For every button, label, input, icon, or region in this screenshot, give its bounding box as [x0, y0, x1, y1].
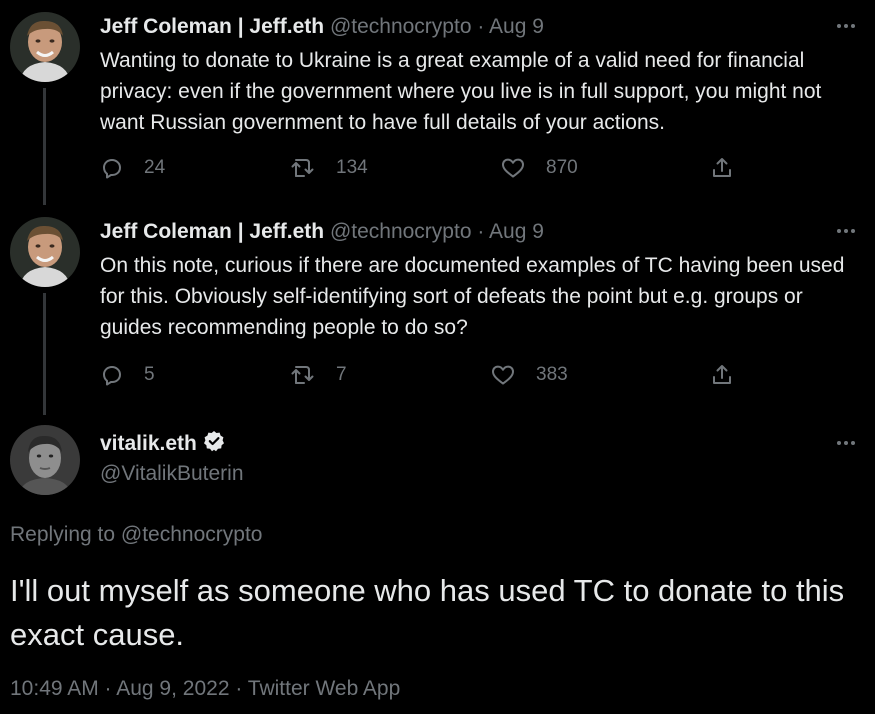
- author-name[interactable]: vitalik.eth: [100, 432, 197, 456]
- avatar-jeff-coleman[interactable]: [10, 217, 80, 287]
- reply-icon: [100, 156, 124, 180]
- main-tweet-text: I'll out myself as someone who has used …: [10, 573, 845, 652]
- tweet-header: Jeff Coleman | Jeff.eth @technocrypto · …: [100, 14, 544, 40]
- retweet-button[interactable]: 134: [290, 153, 368, 183]
- like-count: 870: [546, 157, 578, 178]
- reply-icon: [100, 363, 124, 387]
- retweet-button[interactable]: 7: [290, 360, 347, 390]
- reply-count: 5: [144, 364, 155, 385]
- replying-to: Replying to @technocrypto: [10, 523, 262, 547]
- reply-button[interactable]: 24: [100, 153, 165, 183]
- header-separator: ·: [477, 220, 485, 243]
- retweet-count: 134: [336, 157, 368, 178]
- tweet-date[interactable]: Aug 9: [489, 220, 544, 243]
- verified-badge-icon: [203, 430, 225, 458]
- share-button[interactable]: [710, 360, 734, 390]
- author-handle[interactable]: @technocrypto: [330, 15, 472, 38]
- author-handle[interactable]: @technocrypto: [330, 220, 472, 243]
- like-button[interactable]: 383: [490, 360, 568, 390]
- heart-icon: [500, 156, 526, 180]
- share-icon: [710, 363, 734, 387]
- author-name-line: vitalik.eth: [100, 430, 225, 458]
- replying-to-mention[interactable]: @technocrypto: [121, 523, 263, 546]
- tweet-text: On this note, curious if there are docum…: [100, 254, 845, 339]
- more-icon[interactable]: [833, 433, 859, 453]
- more-icon[interactable]: [833, 221, 859, 241]
- tweet-date[interactable]: Aug 9: [489, 15, 544, 38]
- main-tweet: vitalik.eth @VitalikButerin Replying to …: [0, 415, 875, 714]
- tweet-meta: 10:49 AM · Aug 9, 2022 · Twitter Web App: [10, 677, 401, 700]
- thread-tweet-1[interactable]: Jeff Coleman | Jeff.eth @technocrypto · …: [0, 0, 875, 205]
- tweet-header: Jeff Coleman | Jeff.eth @technocrypto · …: [100, 219, 544, 245]
- thread-connector-line: [43, 88, 46, 205]
- tweet-actions: 24 134 870: [100, 153, 750, 183]
- more-icon[interactable]: [833, 16, 859, 36]
- share-button[interactable]: [710, 153, 734, 183]
- share-icon: [710, 156, 734, 180]
- reply-count: 24: [144, 157, 166, 178]
- tweet-actions: 5 7 383: [100, 360, 750, 390]
- retweet-icon: [290, 156, 316, 180]
- replying-prefix: Replying to: [10, 523, 116, 546]
- thread-tweet-2[interactable]: Jeff Coleman | Jeff.eth @technocrypto · …: [0, 205, 875, 415]
- author-name[interactable]: Jeff Coleman | Jeff.eth: [100, 15, 324, 38]
- tweet-text: Wanting to donate to Ukraine is a great …: [100, 49, 822, 134]
- like-count: 383: [536, 364, 568, 385]
- header-separator: ·: [477, 15, 485, 38]
- retweet-count: 7: [336, 364, 347, 385]
- thread-connector-line: [43, 293, 46, 415]
- avatar-vitalik[interactable]: [10, 425, 80, 495]
- heart-icon: [490, 363, 516, 387]
- author-handle[interactable]: @VitalikButerin: [100, 462, 244, 486]
- like-button[interactable]: 870: [500, 153, 578, 183]
- reply-button[interactable]: 5: [100, 360, 155, 390]
- retweet-icon: [290, 363, 316, 387]
- author-name[interactable]: Jeff Coleman | Jeff.eth: [100, 220, 324, 243]
- avatar-jeff-coleman[interactable]: [10, 12, 80, 82]
